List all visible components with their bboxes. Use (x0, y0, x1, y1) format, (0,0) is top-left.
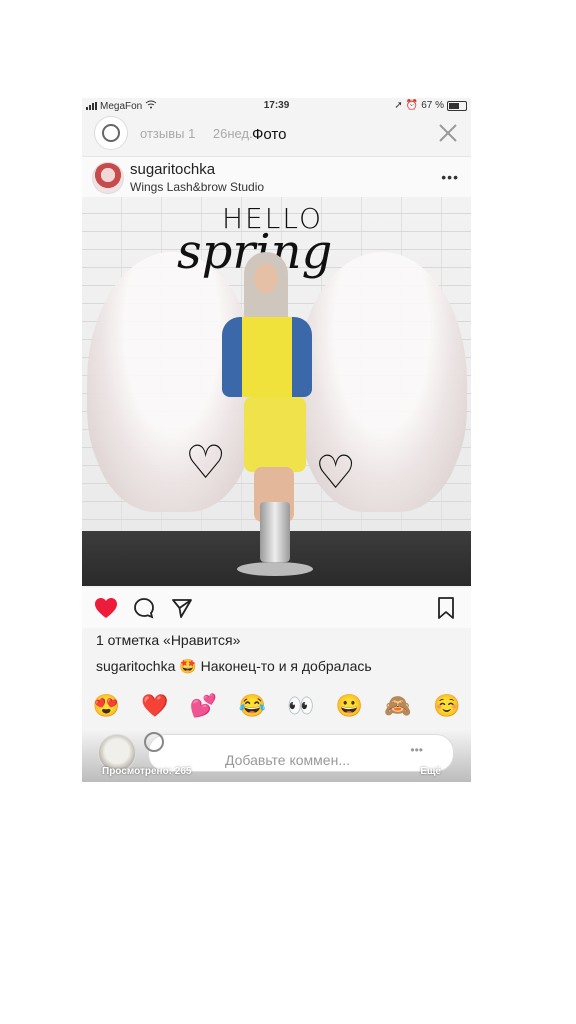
stool (260, 502, 290, 562)
comment-bar: Добавьте коммен... ••• Просмотрено: 265 … (82, 728, 471, 782)
instagram-story-screen: MegaFon 17:39 ➚ ⏰ 67 % отзывы 1 26нед. Ф… (82, 98, 471, 782)
post-header: sugaritochka Wings Lash&brow Studio ••• (82, 156, 471, 197)
save-button[interactable] (434, 596, 458, 620)
comment-icon (134, 598, 154, 619)
person-skirt (244, 397, 306, 472)
loading-ring-icon (144, 732, 164, 752)
stool-base (237, 562, 313, 576)
story-header: отзывы 1 26нед. Фото (82, 114, 471, 154)
close-button[interactable] (437, 122, 459, 144)
like-count[interactable]: 1 отметка «Нравится» (96, 632, 240, 648)
battery-icon (447, 100, 467, 111)
bookmark-icon (438, 597, 454, 619)
more-button[interactable]: Ещё (420, 766, 441, 777)
story-title: Фото (252, 126, 287, 143)
close-icon (439, 124, 457, 142)
caption-text: 🤩 Наконец-то и я добралась (179, 658, 372, 674)
person-jacket (222, 317, 312, 397)
post-caption: sugaritochka 🤩 Наконец-то и я добралась (96, 658, 372, 675)
post-location[interactable]: Wings Lash&brow Studio (130, 180, 264, 194)
heart-icon (95, 598, 117, 618)
post-photo[interactable]: HELLO spring ♡ ♡ (82, 197, 471, 586)
story-meta: отзывы 1 26нед. (140, 126, 253, 141)
post-username[interactable]: sugaritochka (130, 161, 215, 178)
emoji-see-no-evil-icon[interactable]: 🙈 (384, 693, 411, 719)
more-options-button[interactable]: ••• (441, 169, 459, 185)
comment-more-button[interactable]: ••• (410, 743, 423, 757)
status-bar: MegaFon 17:39 ➚ ⏰ 67 % (82, 98, 471, 114)
status-right: ➚ ⏰ 67 % (394, 100, 467, 111)
like-button[interactable] (94, 596, 118, 620)
person-face (254, 263, 278, 293)
avatar[interactable] (92, 162, 124, 194)
time-ago: 26нед. (212, 126, 253, 141)
emoji-eyes-icon[interactable]: 👀 (287, 693, 314, 719)
location-arrow-icon: ➚ (394, 100, 403, 111)
emoji-smile-icon[interactable]: ☺️ (433, 693, 460, 719)
camera-button[interactable] (94, 116, 128, 150)
send-icon (172, 599, 192, 618)
emoji-heart-eyes-icon[interactable]: 😍 (93, 693, 120, 719)
reviews-label[interactable]: отзывы 1 (140, 126, 195, 141)
comment-button[interactable] (132, 596, 156, 620)
comment-placeholder: Добавьте коммен... (225, 752, 350, 768)
emoji-red-heart-icon[interactable]: ❤️ (141, 693, 168, 719)
heart-doodle-left-icon: ♡ (185, 435, 227, 489)
views-count[interactable]: Просмотрено: 265 (102, 766, 191, 777)
alarm-icon: ⏰ (405, 100, 419, 111)
battery-percent: 67 % (421, 100, 444, 111)
emoji-two-hearts-icon[interactable]: 💕 (190, 693, 217, 719)
emoji-grin-icon[interactable]: 😀 (336, 693, 363, 719)
emoji-laughing-icon[interactable]: 😂 (238, 693, 265, 719)
heart-doodle-right-icon: ♡ (315, 445, 357, 499)
caption-username[interactable]: sugaritochka (96, 658, 175, 674)
share-button[interactable] (170, 596, 194, 620)
comment-input[interactable]: Добавьте коммен... ••• (148, 734, 454, 772)
post-actions (82, 588, 471, 628)
emoji-reactions: 😍 ❤️ 💕 😂 👀 😀 🙈 ☺️ (82, 686, 471, 726)
camera-icon (102, 124, 120, 142)
